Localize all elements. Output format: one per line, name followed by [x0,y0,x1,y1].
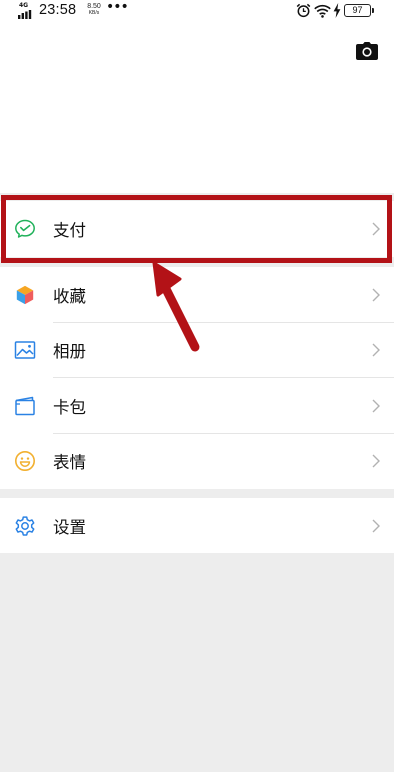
status-bar: 4G 23:58 8.50 KB/s ••• 97 [0,0,394,22]
network-speed-unit: KB/s [88,10,100,16]
card-wallet-icon [15,396,35,415]
menu-item-label: 卡包 [53,397,86,417]
charging-bolt-icon [333,3,341,18]
menu-group-settings: 设置 [0,498,394,553]
album-icon [14,341,36,359]
annotation-arrow-icon [152,261,200,352]
camera-icon[interactable] [356,42,378,60]
profile-header [0,22,394,193]
more-notifications-icon: ••• [106,0,129,15]
chevron-right-icon [372,399,380,413]
menu-item-card-wallet[interactable]: 卡包 [0,378,394,434]
chevron-right-icon [372,454,380,468]
network-indicator: 4G [17,2,35,20]
status-right: 97 [296,3,376,19]
highlight-box [1,195,392,263]
network-speed-value: 8.50 [87,3,101,10]
clock-time: 23:58 [39,2,77,18]
menu-item-label: 表情 [53,453,86,473]
network-type: 4G [19,2,29,9]
settings-gear-icon [15,515,35,536]
menu-item-label: 设置 [53,517,86,537]
chevron-right-icon [372,519,380,532]
sticker-smile-icon [15,451,35,472]
menu-item-stickers[interactable]: 表情 [0,434,394,490]
network-speed: 8.50 KB/s [83,3,105,16]
chevron-right-icon [372,288,380,302]
menu-item-label: 相册 [53,342,86,362]
alarm-clock-icon [296,3,311,18]
favorites-cube-icon [16,284,34,305]
menu-item-settings[interactable]: 设置 [0,498,394,553]
signal-bars-icon [18,10,32,19]
wifi-icon [314,4,331,18]
menu-item-label: 收藏 [53,286,86,306]
chevron-right-icon [372,343,380,357]
battery-indicator: 97 [344,4,374,17]
